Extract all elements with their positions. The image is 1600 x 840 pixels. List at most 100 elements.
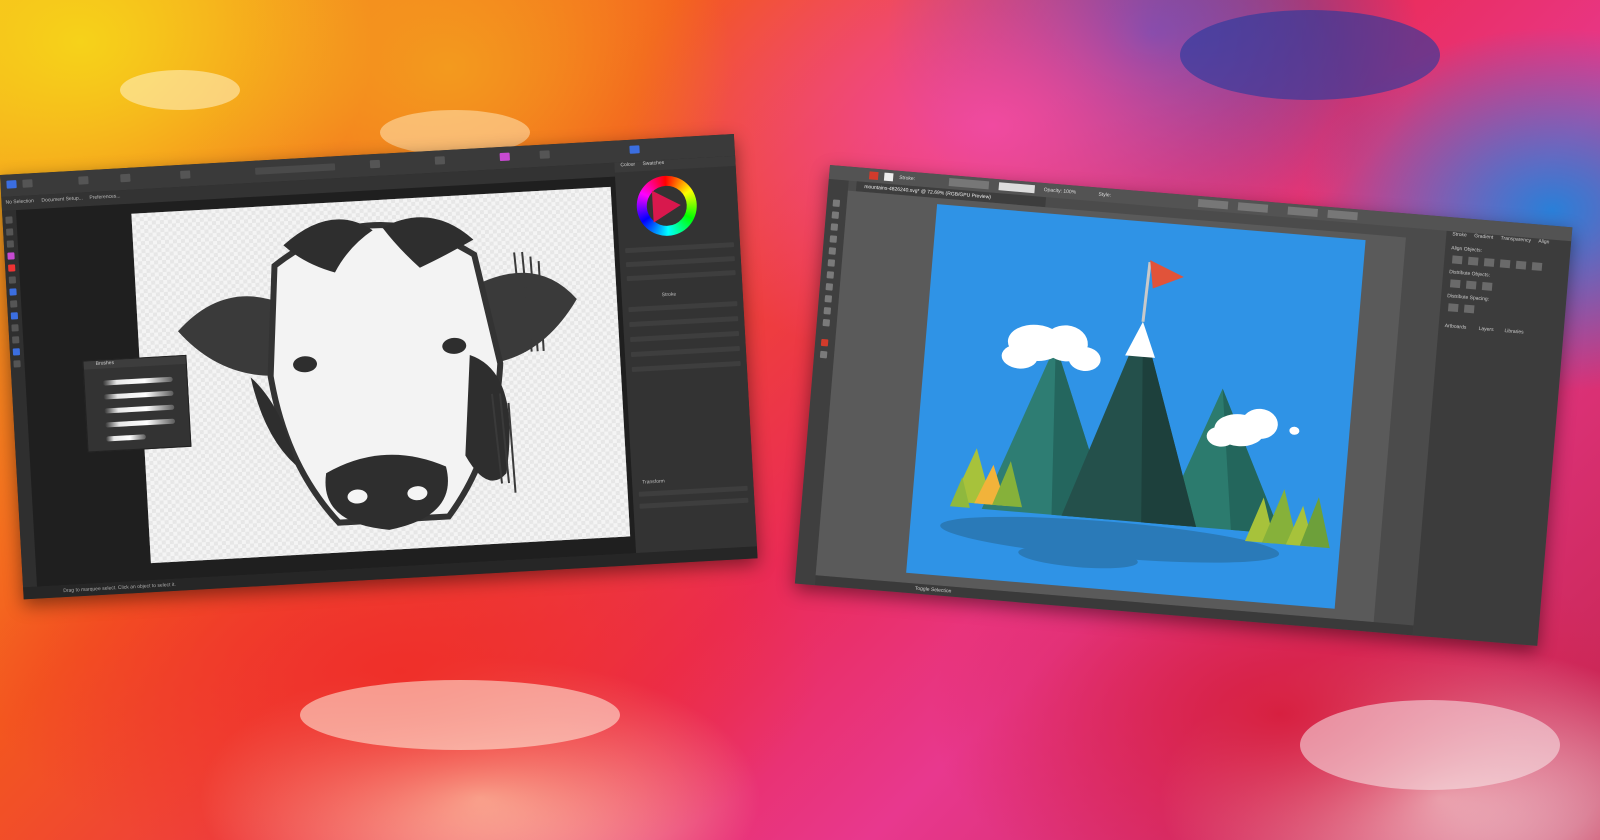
fill-swatch[interactable]	[868, 171, 879, 181]
rotate-tool-icon[interactable]	[823, 307, 832, 315]
triangle-tool-icon[interactable]	[12, 348, 21, 356]
context-item[interactable]: Document Setup...	[41, 195, 83, 203]
spacing-icon[interactable]	[1463, 304, 1475, 314]
align-center-icon[interactable]	[1467, 256, 1479, 266]
paint-highlight	[1300, 700, 1560, 790]
line-tool-icon[interactable]	[828, 247, 837, 255]
height-field[interactable]	[1327, 209, 1358, 221]
brush-definition[interactable]	[998, 182, 1036, 194]
toolbar-button[interactable]	[180, 170, 191, 179]
stroke-label: Stroke:	[898, 174, 916, 183]
distribute-icon[interactable]	[1481, 282, 1493, 291]
transform-fields[interactable]	[639, 497, 749, 509]
swatch-row[interactable]	[625, 256, 735, 268]
color-triangle[interactable]	[651, 189, 682, 223]
transform-fields[interactable]	[638, 485, 748, 497]
node-tool-icon[interactable]	[6, 228, 14, 236]
tool-icon[interactable]	[10, 300, 18, 308]
snapping-icon[interactable]	[499, 152, 510, 162]
opacity-slider[interactable]	[625, 242, 735, 254]
artboard[interactable]	[906, 204, 1366, 609]
tab-libraries[interactable]: Libraries	[1504, 328, 1524, 336]
selection-tool-icon[interactable]	[832, 199, 841, 207]
tab-swatches[interactable]: Swatches	[642, 160, 664, 167]
align-top-icon[interactable]	[1499, 259, 1511, 269]
tool-icon[interactable]	[6, 240, 15, 248]
brushes-panel: Brushes	[82, 354, 192, 453]
tab-colour[interactable]: Colour	[620, 162, 635, 169]
align-objects-label: Align Objects:	[1450, 245, 1483, 254]
paint-highlight	[120, 70, 240, 110]
tab-transparency[interactable]: Transparency	[1500, 235, 1531, 244]
stroke-swatch[interactable]	[883, 172, 894, 182]
affinity-window: No Selection Document Setup... Preferenc…	[0, 133, 758, 600]
align-bottom-icon[interactable]	[1531, 262, 1543, 271]
rectangle-tool-icon[interactable]	[827, 259, 836, 267]
tab-align[interactable]: Align	[1538, 239, 1550, 246]
tool-icon[interactable]	[8, 276, 17, 284]
eraser-tool-icon[interactable]	[824, 295, 833, 303]
spacing-icon[interactable]	[1447, 303, 1459, 313]
toolbar-button[interactable]	[78, 176, 89, 185]
align-right-icon[interactable]	[1483, 258, 1495, 267]
zoom-tool-icon[interactable]	[13, 360, 21, 368]
tool-icon[interactable]	[12, 336, 20, 344]
opacity-field[interactable]	[626, 270, 736, 282]
stroke-panel-title: Stroke	[661, 291, 677, 299]
direct-selection-tool-icon[interactable]	[831, 211, 840, 219]
brush-preset[interactable]	[102, 376, 173, 386]
shape-tool-icon[interactable]	[9, 288, 17, 296]
persona-icon[interactable]	[22, 179, 33, 188]
account-icon[interactable]	[629, 145, 640, 154]
brush-tool-icon[interactable]	[7, 252, 15, 260]
stroke-width-row[interactable]	[629, 316, 739, 328]
toolbar-button[interactable]	[369, 159, 381, 169]
brush-preset[interactable]	[105, 434, 146, 442]
align-left-icon[interactable]	[1451, 255, 1463, 265]
y-field[interactable]	[1237, 202, 1269, 213]
stroke-align-row[interactable]	[631, 360, 741, 373]
context-item[interactable]: No Selection	[5, 198, 34, 206]
canvas-area[interactable]	[815, 190, 1406, 623]
pencil-tool-icon[interactable]	[825, 283, 834, 291]
toolbar-button[interactable]	[434, 156, 446, 165]
tab-artboards[interactable]: Artboards	[1444, 323, 1466, 331]
type-tool-icon[interactable]	[829, 235, 838, 243]
style-label[interactable]: Style:	[1098, 192, 1111, 199]
studio-panels: Colour Swatches Stroke Transform	[614, 155, 757, 554]
brush-preset[interactable]	[103, 390, 174, 400]
stroke-weight-field[interactable]	[948, 178, 990, 190]
context-item[interactable]: Preferences...	[89, 193, 120, 201]
opacity-label[interactable]: Opacity: 100%	[1043, 187, 1076, 196]
brush-preset[interactable]	[104, 404, 175, 414]
distribute-spacing-label: Distribute Spacing:	[1446, 293, 1490, 303]
paint-highlight	[1180, 10, 1440, 100]
tab-gradient[interactable]: Gradient	[1474, 233, 1494, 241]
toolbar-button[interactable]	[539, 150, 550, 159]
move-tool-icon[interactable]	[5, 216, 13, 224]
tab-stroke[interactable]: Stroke	[1452, 231, 1467, 238]
paint-highlight	[300, 680, 620, 750]
stroke-color-icon[interactable]	[819, 350, 828, 359]
stroke-cap-row[interactable]	[630, 330, 740, 343]
scale-tool-icon[interactable]	[822, 318, 831, 327]
tab-layers[interactable]: Layers	[1478, 326, 1493, 333]
brush-preset[interactable]	[104, 418, 176, 428]
align-middle-icon[interactable]	[1515, 260, 1527, 270]
brush-tool-icon[interactable]	[826, 271, 835, 279]
stroke-style-row[interactable]	[628, 301, 738, 313]
pen-tool-icon[interactable]	[830, 223, 839, 231]
app-icon[interactable]	[6, 180, 17, 189]
illustrator-window: Stroke: Opacity: 100% Style: mountains-4…	[794, 165, 1573, 646]
document-canvas[interactable]	[131, 186, 631, 564]
width-field[interactable]	[1287, 206, 1319, 217]
color-tool-icon[interactable]	[8, 264, 16, 272]
fill-color-icon[interactable]	[820, 338, 829, 347]
distribute-icon[interactable]	[1449, 279, 1461, 289]
text-tool-icon[interactable]	[11, 324, 19, 332]
x-field[interactable]	[1197, 198, 1229, 210]
rectangle-tool-icon[interactable]	[10, 312, 19, 320]
toolbar-button[interactable]	[120, 173, 131, 183]
stroke-join-row[interactable]	[630, 345, 740, 358]
distribute-icon[interactable]	[1465, 280, 1477, 290]
